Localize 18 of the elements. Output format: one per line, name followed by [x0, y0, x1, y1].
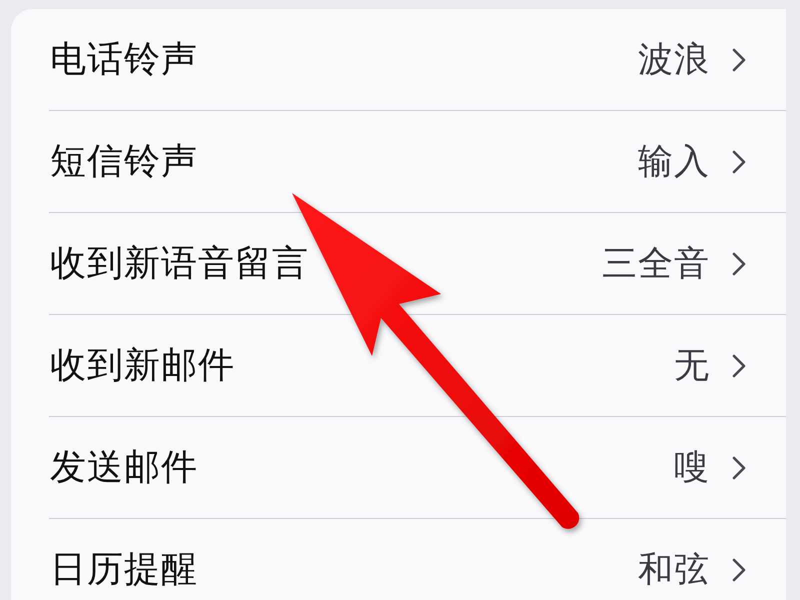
chevron-icon: [732, 456, 746, 480]
row-value: 无: [674, 345, 710, 388]
chevron-icon: [732, 354, 746, 378]
row-label: 收到新语音留言: [50, 242, 310, 286]
chevron-icon: [732, 150, 746, 174]
row-value: 输入: [638, 141, 710, 184]
row-label: 收到新邮件: [50, 344, 236, 388]
row-value: 嗖: [674, 447, 710, 490]
chevron-icon: [732, 252, 746, 276]
row-value: 三全音: [602, 243, 710, 286]
row-value: 波浪: [638, 39, 710, 82]
chevron-icon: [732, 558, 746, 582]
chevron-icon: [732, 48, 746, 72]
row-label: 电话铃声: [50, 38, 199, 82]
row-label: 日历提醒: [50, 548, 199, 592]
row-label: 短信铃声: [50, 140, 199, 184]
row-value: 和弦: [638, 549, 710, 592]
row-label: 发送邮件: [50, 446, 199, 490]
